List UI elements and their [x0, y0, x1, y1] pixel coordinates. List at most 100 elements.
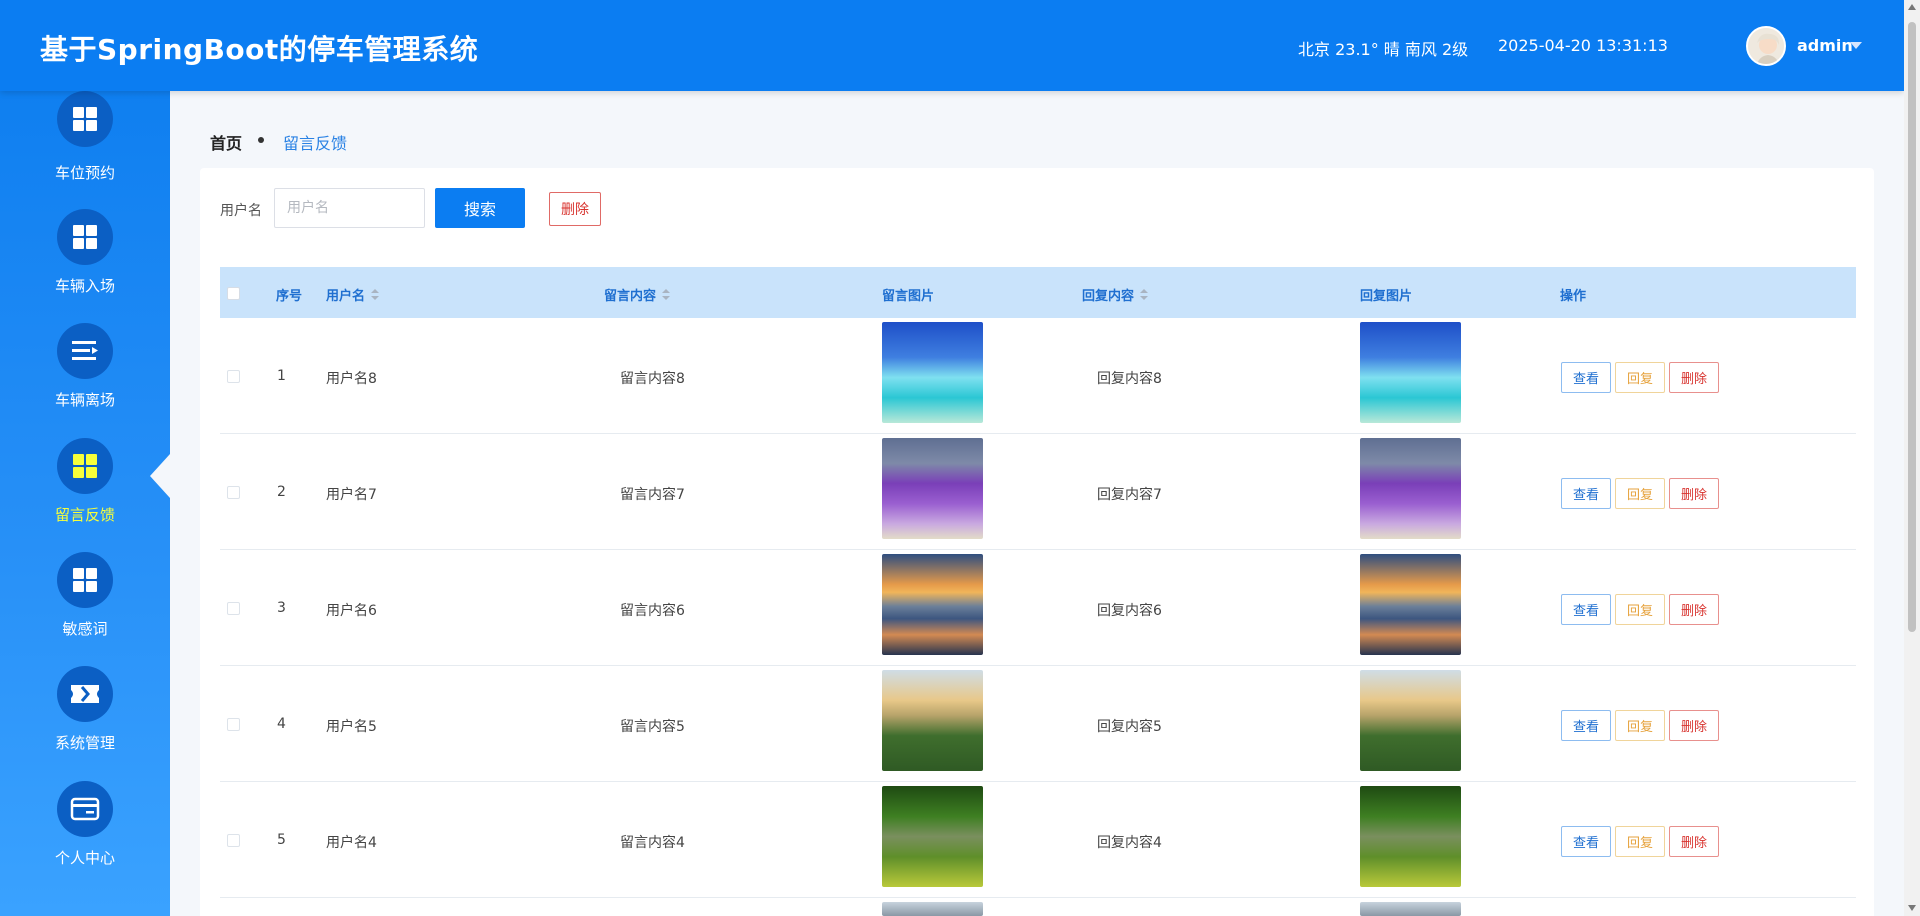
table-row	[220, 898, 1856, 916]
search-input[interactable]	[274, 188, 425, 228]
reply-button[interactable]: 回复	[1615, 478, 1665, 509]
column-header-label: 用户名	[326, 289, 366, 304]
column-header-label: 留言内容	[604, 289, 657, 304]
sidebar: 车位预约 车辆入场 车辆离场 留言反馈 敏感词 系统管理 个人中心	[0, 91, 170, 916]
row-checkbox[interactable]	[227, 486, 240, 499]
sort-icon[interactable]	[371, 289, 380, 301]
avatar-image	[1748, 28, 1784, 64]
row-username: 用户名5	[326, 719, 377, 735]
row-reply: 回复内容4	[1097, 835, 1162, 851]
row-checkbox[interactable]	[227, 834, 240, 847]
breadcrumb-separator	[258, 137, 264, 143]
scrollbar-thumb[interactable]	[1908, 22, 1916, 632]
delete-button[interactable]: 删除	[1669, 594, 1719, 625]
row-reply: 回复内容5	[1097, 719, 1162, 735]
sidebar-item-parking-reservation[interactable]: 车位预约	[0, 91, 170, 206]
current-datetime: 2025-04-20 13:31:13	[1498, 36, 1668, 55]
delete-button[interactable]: 删除	[1669, 710, 1719, 741]
row-reply: 回复内容7	[1097, 487, 1162, 503]
row-content: 留言内容6	[620, 603, 685, 619]
row-content: 留言内容5	[620, 719, 685, 735]
card-icon	[57, 781, 113, 837]
weather-info: 北京 23.1° 晴 南风 2级	[1298, 40, 1469, 59]
row-username: 用户名4	[326, 835, 377, 851]
table-row: 5 用户名4 留言内容4 回复内容4 查看 回复 删除	[220, 782, 1856, 898]
select-all-checkbox[interactable]	[227, 287, 240, 300]
column-header-reply[interactable]: 回复内容	[1082, 285, 1149, 304]
sidebar-item-label: 留言反馈	[54, 506, 115, 524]
chevron-down-icon[interactable]	[1850, 42, 1862, 49]
table-row: 2 用户名7 留言内容7 回复内容7 查看 回复 删除	[220, 434, 1856, 550]
list-icon	[57, 323, 113, 379]
avatar[interactable]	[1746, 26, 1786, 66]
reply-button[interactable]: 回复	[1615, 710, 1665, 741]
grid-icon	[57, 552, 113, 608]
reply-image[interactable]	[1360, 322, 1461, 423]
row-checkbox[interactable]	[227, 370, 240, 383]
sidebar-item-system-management[interactable]: 系统管理	[0, 666, 170, 776]
reply-image[interactable]	[1360, 554, 1461, 655]
scroll-up-icon[interactable]	[1908, 4, 1916, 10]
message-image[interactable]	[882, 786, 983, 887]
reply-button[interactable]: 回复	[1615, 362, 1665, 393]
sidebar-item-vehicle-entry[interactable]: 车辆入场	[0, 209, 170, 319]
breadcrumb-home[interactable]: 首页	[210, 130, 242, 154]
row-checkbox[interactable]	[227, 718, 240, 731]
sidebar-item-label: 车辆入场	[54, 277, 115, 295]
view-button[interactable]: 查看	[1561, 478, 1611, 509]
reply-image[interactable]	[1360, 670, 1461, 771]
delete-button[interactable]: 删除	[1669, 826, 1719, 857]
row-index: 3	[277, 600, 286, 616]
active-indicator	[150, 454, 170, 498]
view-button[interactable]: 查看	[1561, 826, 1611, 857]
sidebar-item-feedback[interactable]: 留言反馈	[0, 438, 170, 548]
sort-icon[interactable]	[662, 289, 671, 301]
sidebar-item-label: 车辆离场	[54, 391, 115, 409]
table-row: 4 用户名5 留言内容5 回复内容5 查看 回复 删除	[220, 666, 1856, 782]
row-index: 1	[277, 368, 286, 384]
table-row: 1 用户名8 留言内容8 回复内容8 查看 回复 删除	[220, 318, 1856, 434]
message-image[interactable]	[882, 902, 983, 916]
row-username: 用户名8	[326, 371, 377, 387]
sidebar-item-label: 个人中心	[54, 849, 115, 867]
message-image[interactable]	[882, 670, 983, 771]
reply-image[interactable]	[1360, 438, 1461, 539]
sidebar-item-sensitive-words[interactable]: 敏感词	[0, 552, 170, 662]
reply-image[interactable]	[1360, 786, 1461, 887]
view-button[interactable]: 查看	[1561, 710, 1611, 741]
table-header: 序号 用户名 留言内容 留言图片 回复内容 回复图片 操作	[220, 267, 1856, 318]
page-scrollbar[interactable]	[1904, 0, 1920, 916]
message-image[interactable]	[882, 554, 983, 655]
message-image[interactable]	[882, 438, 983, 539]
table-row: 3 用户名6 留言内容6 回复内容6 查看 回复 删除	[220, 550, 1856, 666]
row-reply: 回复内容8	[1097, 371, 1162, 387]
ticket-icon	[57, 666, 113, 722]
scroll-down-icon[interactable]	[1908, 905, 1916, 911]
column-header-content[interactable]: 留言内容	[604, 285, 671, 304]
sidebar-item-label: 系统管理	[54, 734, 115, 752]
message-image[interactable]	[882, 322, 983, 423]
view-button[interactable]: 查看	[1561, 594, 1611, 625]
column-header-index: 序号	[276, 289, 303, 304]
sidebar-item-label: 车位预约	[54, 164, 115, 182]
breadcrumb-current[interactable]: 留言反馈	[283, 130, 347, 154]
delete-button[interactable]: 删除	[1669, 478, 1719, 509]
row-username: 用户名7	[326, 487, 377, 503]
search-button[interactable]: 搜索	[435, 188, 525, 228]
row-checkbox[interactable]	[227, 602, 240, 615]
delete-button[interactable]: 删除	[1669, 362, 1719, 393]
bulk-delete-button[interactable]: 删除	[549, 192, 601, 226]
sidebar-item-personal-center[interactable]: 个人中心	[0, 781, 170, 891]
grid-icon	[57, 209, 113, 265]
user-name[interactable]: admin	[1797, 36, 1853, 55]
reply-button[interactable]: 回复	[1615, 826, 1665, 857]
reply-image[interactable]	[1360, 902, 1461, 916]
sort-icon[interactable]	[1140, 289, 1149, 301]
sidebar-item-label: 敏感词	[62, 620, 108, 638]
row-content: 留言内容7	[620, 487, 685, 503]
view-button[interactable]: 查看	[1561, 362, 1611, 393]
sidebar-item-vehicle-exit[interactable]: 车辆离场	[0, 323, 170, 433]
row-username: 用户名6	[326, 603, 377, 619]
column-header-username[interactable]: 用户名	[326, 285, 380, 304]
reply-button[interactable]: 回复	[1615, 594, 1665, 625]
